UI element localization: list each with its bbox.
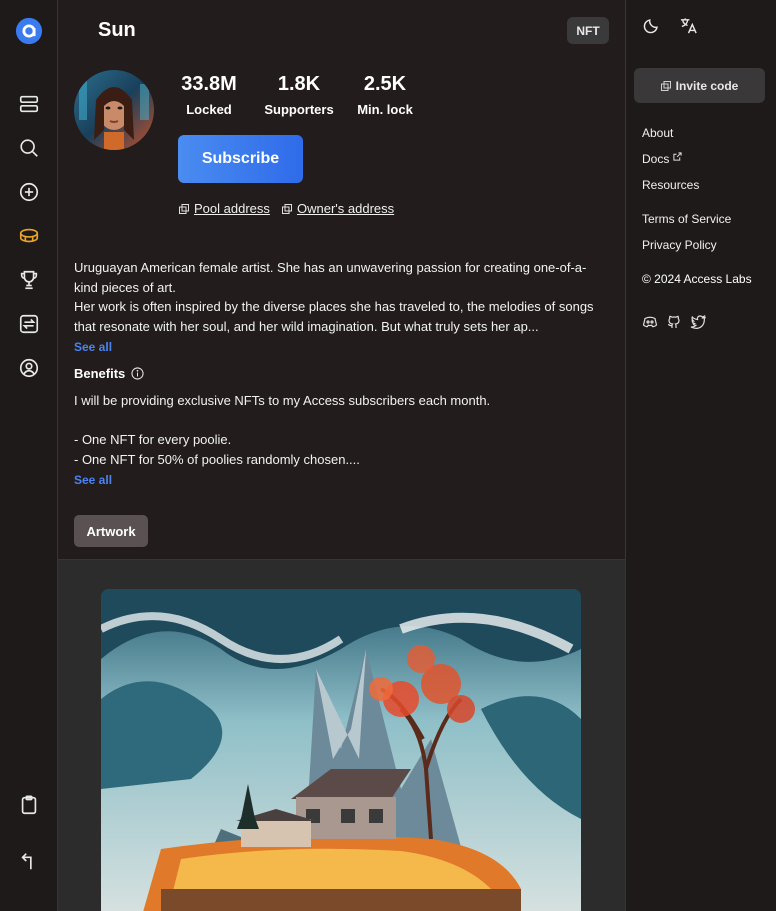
nft-badge: NFT [567,17,609,44]
swap-icon[interactable] [14,309,44,339]
artwork-gallery [58,559,625,911]
copyright-text: © 2024 Access Labs [642,272,752,286]
benefits-line: - One NFT for every poolie. [74,432,232,447]
clipboard-icon[interactable] [14,790,44,820]
stat-value: 1.8K [277,73,321,95]
translate-icon[interactable] [679,16,698,35]
create-icon[interactable] [14,177,44,207]
description-line: Uruguayan American female artist. She ha… [74,260,587,295]
about-link[interactable]: About [642,126,673,140]
privacy-link[interactable]: Privacy Policy [642,238,717,252]
left-rail [0,0,58,911]
stat-label: Locked [186,102,232,117]
resources-link[interactable]: Resources [642,178,699,192]
benefits-heading: Benefits [74,366,144,381]
search-icon[interactable] [14,133,44,163]
copy-icon [179,203,189,214]
description-line: Her work is often inspired by the divers… [74,299,594,334]
stat-value: 33.8M [181,73,237,95]
tab-artwork[interactable]: Artwork [74,515,148,547]
description: Uruguayan American female artist. She ha… [74,258,610,358]
docs-link[interactable]: Docs [642,152,682,166]
benefits-text: I will be providing exclusive NFTs to my… [74,391,610,491]
github-icon[interactable] [666,314,682,330]
stat-label: Supporters [264,102,334,117]
pool-address-link[interactable]: Pool address [179,201,270,216]
owner-address-label: Owner's address [297,201,395,216]
stat-min-lock: 2.5K Min. lock [354,73,416,117]
artwork-image[interactable] [101,589,581,911]
trophy-icon[interactable] [14,265,44,295]
coins-icon[interactable] [14,221,44,251]
docs-label: Docs [642,152,670,166]
benefits-line: I will be providing exclusive NFTs to my… [74,393,491,408]
discord-icon[interactable] [642,314,658,330]
back-icon[interactable] [14,846,44,876]
stat-locked: 33.8M Locked [176,73,242,117]
moon-icon[interactable] [643,16,661,34]
copy-icon [282,203,292,214]
invite-code-button[interactable]: Invite code [634,68,765,103]
info-icon[interactable] [131,367,144,380]
copy-icon [660,80,671,91]
profile-icon[interactable] [14,353,44,383]
right-panel: Invite code About Docs Resources Terms o… [626,0,776,911]
twitter-icon[interactable] [690,314,706,330]
avatar [74,70,154,150]
stat-label: Min. lock [357,102,413,117]
external-link-icon [673,152,682,161]
owner-address-link[interactable]: Owner's address [282,201,394,216]
benefits-title: Benefits [74,366,126,381]
stat-value: 2.5K [363,73,407,95]
benefits-line: - One NFT for 50% of poolies randomly ch… [74,451,360,467]
main-panel: Sun NFT 33.8M Locked 1.8K Supporters 2.5… [58,0,626,911]
logo-icon[interactable] [14,16,44,46]
invite-code-label: Invite code [675,78,739,93]
benefits-see-all-link[interactable]: See all [74,471,610,491]
terms-link[interactable]: Terms of Service [642,212,731,226]
feed-icon[interactable] [14,89,44,119]
stat-supporters: 1.8K Supporters [262,73,336,117]
subscribe-button[interactable]: Subscribe [178,135,303,183]
page-title: Sun [98,19,136,41]
description-see-all-link[interactable]: See all [74,338,610,358]
pool-address-label: Pool address [194,201,270,216]
